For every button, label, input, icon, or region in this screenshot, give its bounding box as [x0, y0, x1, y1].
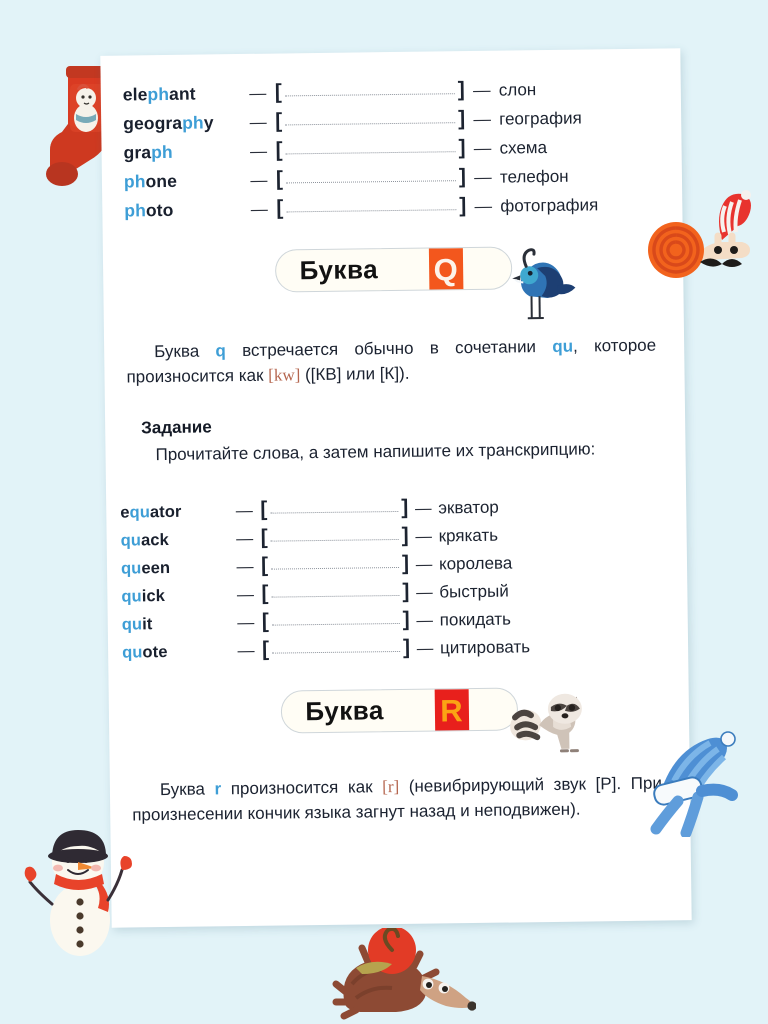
- translation: экватор: [438, 497, 499, 518]
- translation: королева: [438, 553, 513, 574]
- translation: цитировать: [439, 637, 531, 658]
- ipa-r: [r]: [382, 776, 400, 797]
- dash: —: [474, 195, 493, 216]
- dash: —: [416, 639, 434, 658]
- transcription-blank[interactable]: []: [275, 78, 465, 103]
- dash: —: [472, 79, 491, 100]
- ipa-kw: [kw]: [268, 365, 301, 385]
- task-instruction: Прочитайте слова, а затем напишите их тр…: [155, 439, 596, 465]
- worksheet-page: elephant — [] — слон geography — [] — ге…: [100, 48, 692, 928]
- translation: крякать: [438, 525, 499, 546]
- translation: фотография: [500, 195, 599, 216]
- letter-r-badge: Буква R: [109, 685, 690, 753]
- inline-letters-qu: qu: [552, 336, 574, 356]
- letter-q-badge: Буква Q: [103, 244, 684, 320]
- dash: —: [474, 166, 492, 187]
- quail-bird-icon: [512, 248, 576, 320]
- translation: быстрый: [439, 581, 509, 602]
- word-term: equator: [120, 502, 182, 522]
- dash: —: [473, 137, 492, 158]
- transcription-blank[interactable]: []: [260, 496, 408, 521]
- transcription-blank[interactable]: []: [260, 524, 408, 549]
- transcription-blank[interactable]: []: [261, 552, 409, 577]
- word-term: queen: [120, 558, 171, 578]
- word-term: graph: [123, 141, 173, 163]
- dash: —: [250, 170, 268, 190]
- dash: —: [416, 583, 433, 602]
- table-row: quote — [] — цитировать: [122, 634, 610, 668]
- word-term: quick: [121, 587, 166, 606]
- word-term: quote: [122, 643, 168, 662]
- dash: —: [473, 108, 492, 129]
- transcription-blank[interactable]: []: [276, 165, 466, 190]
- badge-pill: Буква R: [280, 687, 518, 734]
- dash: —: [416, 611, 434, 630]
- table-row: photo — [] — фотография: [124, 192, 670, 228]
- qu-word-list: equator — [] — экватор quack — [] — кряк…: [120, 494, 610, 668]
- transcription-blank[interactable]: []: [262, 608, 410, 633]
- translation: география: [499, 108, 582, 129]
- dash: —: [249, 141, 268, 161]
- dash: —: [236, 556, 254, 577]
- translation: телефон: [499, 166, 569, 187]
- transcription-blank[interactable]: []: [275, 107, 465, 132]
- translation: слон: [498, 80, 537, 100]
- hedgehog-icon: [332, 928, 476, 1020]
- badge-label: Буква: [299, 254, 379, 286]
- dash: —: [414, 499, 432, 518]
- word-term: photo: [124, 199, 174, 221]
- raccoon-icon: [510, 693, 582, 753]
- dash: —: [237, 640, 255, 661]
- translation: схема: [499, 137, 548, 158]
- word-term: geography: [123, 112, 214, 134]
- dash: —: [237, 612, 255, 633]
- inline-letter-q: q: [215, 341, 227, 361]
- dash: —: [415, 527, 433, 546]
- badge-label: Буква: [305, 695, 385, 727]
- badge-pill: Буква Q: [274, 246, 512, 293]
- translation: покидать: [439, 609, 512, 630]
- word-term: quack: [120, 530, 169, 550]
- transcription-blank[interactable]: []: [276, 194, 466, 219]
- ph-word-list: elephant — [] — слон geography — [] — ге…: [123, 76, 671, 228]
- dash: —: [250, 199, 268, 219]
- dash: —: [235, 500, 253, 521]
- word-term: phone: [123, 170, 178, 192]
- r-intro-paragraph: Буква r произносится как [r] (невибрирую…: [132, 773, 663, 825]
- q-intro-paragraph: Буква q встречается обычно в сочетании q…: [126, 335, 657, 387]
- task-heading: Задание: [141, 417, 212, 438]
- word-term: quit: [121, 615, 153, 634]
- transcription-blank[interactable]: []: [261, 580, 409, 605]
- transcription-blank[interactable]: []: [262, 636, 410, 661]
- badge-letter-q: Q: [428, 248, 463, 292]
- dash: —: [236, 528, 254, 549]
- dash: —: [249, 83, 267, 103]
- word-term: elephant: [122, 83, 196, 105]
- dash: —: [236, 584, 255, 605]
- badge-letter-r: R: [434, 689, 469, 733]
- dash: —: [415, 555, 433, 574]
- dash: —: [249, 112, 267, 132]
- transcription-blank[interactable]: []: [275, 136, 465, 161]
